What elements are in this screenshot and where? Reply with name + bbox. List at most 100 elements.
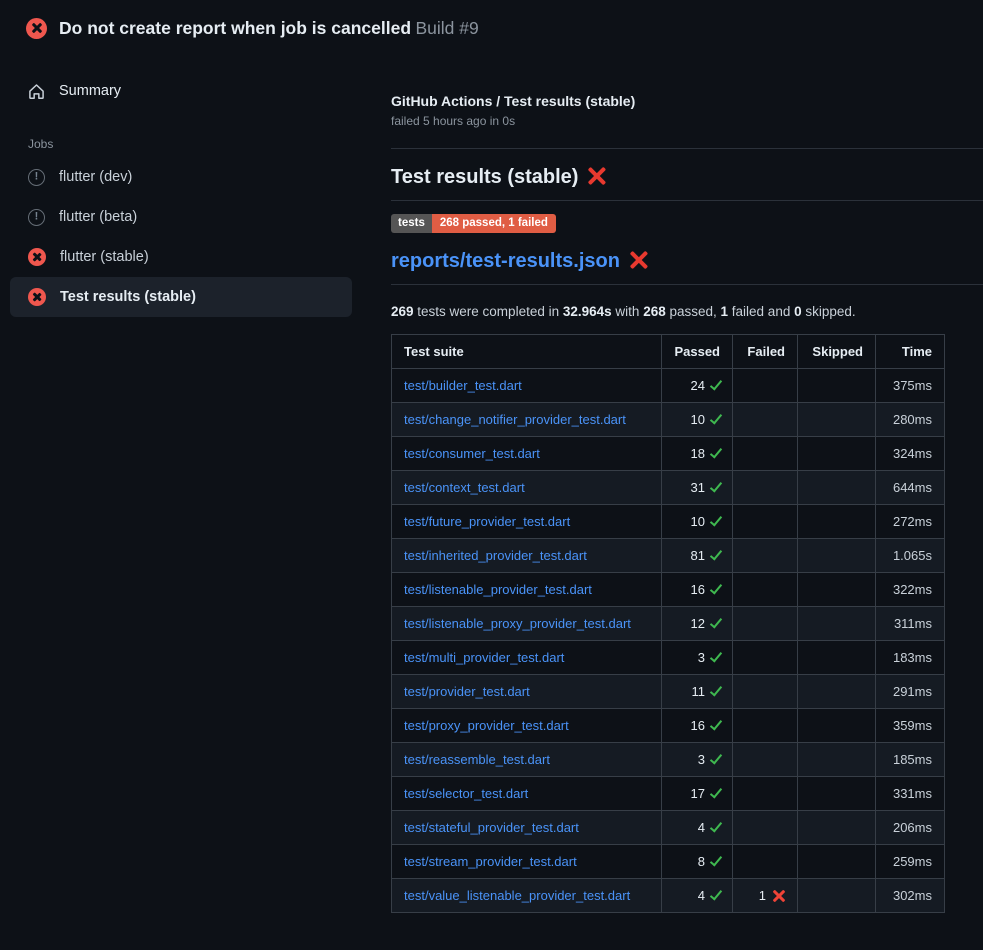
check-icon <box>710 581 722 594</box>
sidebar-item-summary[interactable]: Summary <box>28 78 391 104</box>
suite-link[interactable]: test/multi_provider_test.dart <box>404 650 564 665</box>
suite-link[interactable]: test/context_test.dart <box>404 480 525 495</box>
skipped-cell <box>798 437 876 471</box>
summary-number: 32.964s <box>563 304 612 319</box>
suite-link[interactable]: test/listenable_provider_test.dart <box>404 582 592 597</box>
suite-link[interactable]: test/listenable_proxy_provider_test.dart <box>404 616 631 631</box>
table-row: test/inherited_provider_test.dart811.065… <box>392 539 945 573</box>
x-circle-icon <box>26 18 47 39</box>
section-heading: Test results (stable) <box>391 166 983 201</box>
suite-cell: test/context_test.dart <box>392 471 662 505</box>
check-icon <box>710 853 722 866</box>
sidebar-item-flutter-beta[interactable]: flutter (beta) <box>10 197 352 237</box>
suite-cell: test/future_provider_test.dart <box>392 505 662 539</box>
passed-count: 16 <box>691 582 705 597</box>
table-row: test/context_test.dart 31 644ms <box>392 471 945 505</box>
sidebar-item-flutter-stable[interactable]: flutter (stable) <box>10 237 352 277</box>
sidebar-item-label: Test results (stable) <box>60 289 196 305</box>
sidebar-item-flutter-dev[interactable]: flutter (dev) <box>10 157 352 197</box>
table-row: test/stateful_provider_test.dart4206ms <box>392 811 945 845</box>
column-header-failed: Failed <box>733 335 798 369</box>
time-cell: 185ms <box>876 743 945 777</box>
jobs-list: flutter (dev) flutter (beta)flutter (stab… <box>0 157 391 317</box>
sidebar-item-test-results-stable[interactable]: Test results (stable) <box>10 277 352 317</box>
time-cell: 1.065s <box>876 539 945 573</box>
divider <box>391 148 983 149</box>
suite-cell: test/listenable_provider_test.dart <box>392 573 662 607</box>
badge-value: 268 passed, 1 failed <box>432 214 556 233</box>
suite-link[interactable]: test/consumer_test.dart <box>404 446 540 461</box>
time-cell: 375ms <box>876 369 945 403</box>
home-icon <box>28 83 45 100</box>
passed-count: 31 <box>691 480 705 495</box>
suite-link[interactable]: test/change_notifier_provider_test.dart <box>404 412 626 427</box>
suite-link[interactable]: test/value_listenable_provider_test.dart <box>404 888 630 903</box>
passed-count: 4 <box>698 888 705 903</box>
summary-number: 0 <box>794 304 802 319</box>
summary-number: 269 <box>391 304 414 319</box>
suite-cell: test/reassemble_test.dart <box>392 743 662 777</box>
failed-cell <box>733 641 798 675</box>
skipped-cell <box>798 777 876 811</box>
suite-link[interactable]: test/reassemble_test.dart <box>404 752 550 767</box>
passed-count: 17 <box>691 786 705 801</box>
passed-cell: 18 <box>662 437 733 471</box>
check-icon <box>710 377 722 390</box>
failed-cell <box>733 505 798 539</box>
report-heading: reports/test-results.json <box>391 250 983 285</box>
summary-text: with <box>612 304 644 319</box>
time-cell: 311ms <box>876 607 945 641</box>
suite-cell: test/provider_test.dart <box>392 675 662 709</box>
suite-cell: test/builder_test.dart <box>392 369 662 403</box>
skipped-cell <box>798 811 876 845</box>
skipped-cell <box>798 709 876 743</box>
tests-summary-line: 269 tests were completed in 32.964s with… <box>391 304 983 319</box>
x-circle-icon <box>28 288 46 306</box>
section-title: Test results (stable) <box>391 166 578 188</box>
time-cell: 206ms <box>876 811 945 845</box>
summary-text: failed and <box>728 304 794 319</box>
x-mark-icon <box>772 889 785 902</box>
suite-link[interactable]: test/proxy_provider_test.dart <box>404 718 569 733</box>
suite-link[interactable]: test/stateful_provider_test.dart <box>404 820 579 835</box>
main-content: GitHub Actions / Test results (stable) f… <box>391 56 983 950</box>
suite-link[interactable]: test/inherited_provider_test.dart <box>404 548 587 563</box>
check-icon <box>710 785 722 798</box>
table-row: test/provider_test.dart11291ms <box>392 675 945 709</box>
passed-count: 12 <box>691 616 705 631</box>
skipped-cell <box>798 607 876 641</box>
suite-cell: test/value_listenable_provider_test.dart <box>392 879 662 913</box>
run-meta: failed 5 hours ago in 0s <box>391 114 983 128</box>
time-cell: 183ms <box>876 641 945 675</box>
passed-cell: 10 <box>662 403 733 437</box>
x-mark-icon <box>630 251 648 269</box>
skipped-cell <box>798 743 876 777</box>
report-file-link[interactable]: reports/test-results.json <box>391 250 620 272</box>
passed-cell: 16 <box>662 709 733 743</box>
skipped-cell <box>798 403 876 437</box>
stop-circle-icon <box>28 169 45 186</box>
suite-link[interactable]: test/stream_provider_test.dart <box>404 854 577 869</box>
time-cell: 644ms <box>876 471 945 505</box>
suite-link[interactable]: test/selector_test.dart <box>404 786 528 801</box>
summary-number: 268 <box>643 304 666 319</box>
check-icon <box>710 887 722 900</box>
skipped-cell <box>798 879 876 913</box>
skipped-cell <box>798 505 876 539</box>
failed-cell <box>733 709 798 743</box>
summary-text: passed, <box>666 304 721 319</box>
time-cell: 359ms <box>876 709 945 743</box>
jobs-caption: Jobs <box>28 137 391 151</box>
table-row: test/listenable_proxy_provider_test.dart… <box>392 607 945 641</box>
suite-cell: test/consumer_test.dart <box>392 437 662 471</box>
passed-count: 11 <box>692 684 706 699</box>
suite-link[interactable]: test/provider_test.dart <box>404 684 530 699</box>
sidebar-item-label: flutter (dev) <box>59 169 132 185</box>
failed-cell <box>733 369 798 403</box>
suite-link[interactable]: test/builder_test.dart <box>404 378 522 393</box>
skipped-cell <box>798 369 876 403</box>
suite-link[interactable]: test/future_provider_test.dart <box>404 514 570 529</box>
skipped-cell <box>798 845 876 879</box>
passed-count: 24 <box>691 378 705 393</box>
failed-cell <box>733 437 798 471</box>
